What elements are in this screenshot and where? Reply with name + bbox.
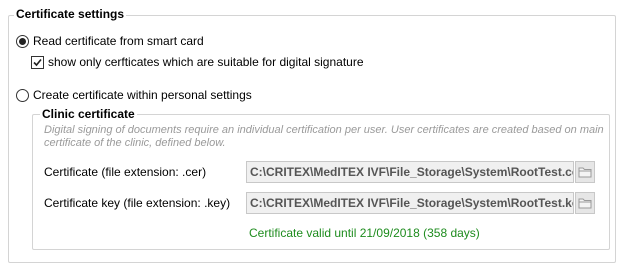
clinic-certificate-title: Clinic certificate xyxy=(40,107,137,121)
folder-icon xyxy=(578,167,592,178)
certificate-label: Certificate (file extension: .cer) xyxy=(44,165,207,179)
suitable-only-label: show only cerfticates which are suitable… xyxy=(48,55,364,69)
smart-card-option[interactable]: Read certificate from smart card xyxy=(16,34,204,48)
smart-card-label: Read certificate from smart card xyxy=(33,34,204,48)
certificate-path-field[interactable]: C:\CRITEX\MedITEX IVF\File_Storage\Syste… xyxy=(246,161,574,183)
smart-card-radio[interactable] xyxy=(16,34,29,48)
checkmark-icon xyxy=(33,58,42,66)
folder-icon xyxy=(578,198,592,209)
certificate-key-browse-button[interactable] xyxy=(575,192,595,214)
certificate-key-label: Certificate key (file extension: .key) xyxy=(44,196,231,210)
clinic-certificate-description: Digital signing of documents require an … xyxy=(44,124,604,149)
personal-settings-option[interactable]: Create certificate within personal setti… xyxy=(16,88,252,102)
certificate-settings-title: Certificate settings xyxy=(14,7,127,21)
suitable-only-checkbox[interactable] xyxy=(31,55,44,69)
suitable-only-option[interactable]: show only cerfticates which are suitable… xyxy=(31,55,364,69)
certificate-valid-status: Certificate valid until 21/09/2018 (358 … xyxy=(249,226,480,240)
certificate-key-path-field[interactable]: C:\CRITEX\MedITEX IVF\File_Storage\Syste… xyxy=(246,192,574,214)
personal-settings-radio[interactable] xyxy=(16,88,29,102)
personal-settings-label: Create certificate within personal setti… xyxy=(33,88,252,102)
certificate-browse-button[interactable] xyxy=(575,161,595,183)
